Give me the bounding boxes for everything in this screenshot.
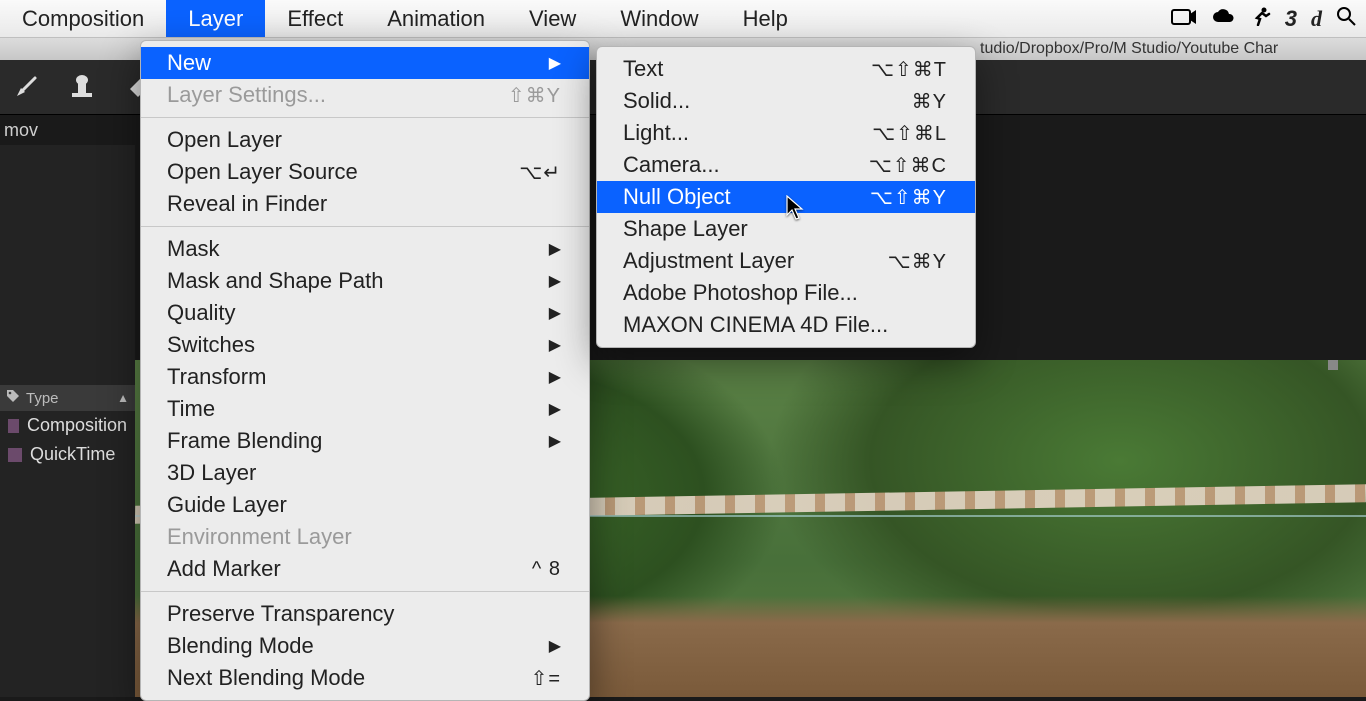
menu-item-reveal-in-finder[interactable]: Reveal in Finder xyxy=(141,188,589,220)
menu-item-next-blending-mode[interactable]: Next Blending Mode ⇧= xyxy=(141,662,589,694)
menu-item-3d-layer[interactable]: 3D Layer xyxy=(141,457,589,489)
project-row-composition[interactable]: Composition xyxy=(0,411,135,440)
menu-item-layer-settings: Layer Settings... ⇧⌘Y xyxy=(141,79,589,111)
row-color-swatch xyxy=(8,419,19,433)
menu-animation[interactable]: Animation xyxy=(365,0,507,37)
project-panel: Type ▲ Composition QuickTime xyxy=(0,145,135,697)
submenu-arrow-icon: ▶ xyxy=(549,335,561,355)
submenu-arrow-icon: ▶ xyxy=(549,303,561,323)
tray-search-icon[interactable] xyxy=(1336,6,1356,32)
menu-separator xyxy=(141,591,589,592)
project-row-label: Composition xyxy=(27,415,127,436)
brush-icon[interactable] xyxy=(12,73,40,101)
submenu-item-null-object[interactable]: Null Object⌥⇧⌘Y xyxy=(597,181,975,213)
submenu-item-c4d-file[interactable]: MAXON CINEMA 4D File... xyxy=(597,309,975,341)
project-row-label: QuickTime xyxy=(30,444,115,465)
submenu-item-shape-layer[interactable]: Shape Layer xyxy=(597,213,975,245)
menu-item-guide-layer[interactable]: Guide Layer xyxy=(141,489,589,521)
submenu-arrow-icon: ▶ xyxy=(549,239,561,259)
tray-glyph-3[interactable]: 3 xyxy=(1285,6,1297,32)
menu-separator xyxy=(141,226,589,227)
viewer-resize-handle[interactable] xyxy=(1328,360,1338,370)
submenu-arrow-icon: ▶ xyxy=(549,367,561,387)
submenu-arrow-icon: ▶ xyxy=(549,271,561,291)
menu-effect[interactable]: Effect xyxy=(265,0,365,37)
mac-menubar: Composition Layer Effect Animation View … xyxy=(0,0,1366,38)
submenu-arrow-icon: ▶ xyxy=(549,399,561,419)
submenu-item-light[interactable]: Light...⌥⇧⌘L xyxy=(597,117,975,149)
stamp-icon[interactable] xyxy=(68,73,96,101)
submenu-item-solid[interactable]: Solid...⌘Y xyxy=(597,85,975,117)
tray-cloud-icon[interactable] xyxy=(1211,6,1237,32)
menu-item-blending-mode[interactable]: Blending Mode▶ xyxy=(141,630,589,662)
new-submenu: Text⌥⇧⌘T Solid...⌘Y Light...⌥⇧⌘L Camera.… xyxy=(596,46,976,348)
sort-asc-icon: ▲ xyxy=(117,391,129,405)
menu-item-new[interactable]: New ▶ xyxy=(141,47,589,79)
menu-item-environment-layer: Environment Layer xyxy=(141,521,589,553)
submenu-item-camera[interactable]: Camera...⌥⇧⌘C xyxy=(597,149,975,181)
menu-item-preserve-transparency[interactable]: Preserve Transparency xyxy=(141,598,589,630)
menu-window[interactable]: Window xyxy=(598,0,720,37)
menu-item-mask[interactable]: Mask▶ xyxy=(141,233,589,265)
titlebar-path: tudio/Dropbox/Pro/M Studio/Youtube Char xyxy=(980,40,1278,58)
menu-item-open-layer-source[interactable]: Open Layer Source ⌥↵ xyxy=(141,156,589,188)
menu-item-open-layer[interactable]: Open Layer xyxy=(141,124,589,156)
menu-item-quality[interactable]: Quality▶ xyxy=(141,297,589,329)
tag-icon xyxy=(6,389,20,407)
submenu-item-text[interactable]: Text⌥⇧⌘T xyxy=(597,53,975,85)
submenu-arrow-icon: ▶ xyxy=(549,636,561,656)
menu-item-transform[interactable]: Transform▶ xyxy=(141,361,589,393)
project-row-quicktime[interactable]: QuickTime xyxy=(0,440,135,469)
menu-item-frame-blending[interactable]: Frame Blending▶ xyxy=(141,425,589,457)
menu-view[interactable]: View xyxy=(507,0,598,37)
tray-camera-icon[interactable] xyxy=(1171,6,1197,32)
menu-item-add-marker[interactable]: Add Marker ^ 8 xyxy=(141,553,589,585)
menu-item-switches[interactable]: Switches▶ xyxy=(141,329,589,361)
menu-composition[interactable]: Composition xyxy=(0,0,166,37)
submenu-item-adjustment-layer[interactable]: Adjustment Layer⌥⌘Y xyxy=(597,245,975,277)
project-column-header[interactable]: Type ▲ xyxy=(0,385,135,411)
menu-help[interactable]: Help xyxy=(721,0,810,37)
menu-item-mask-shape-path[interactable]: Mask and Shape Path▶ xyxy=(141,265,589,297)
project-tab-label: mov xyxy=(4,120,38,141)
menu-item-time[interactable]: Time▶ xyxy=(141,393,589,425)
tray-glyph-d[interactable]: d xyxy=(1311,6,1322,32)
submenu-arrow-icon: ▶ xyxy=(549,53,561,73)
tray-runner-icon[interactable] xyxy=(1251,6,1271,32)
submenu-item-photoshop-file[interactable]: Adobe Photoshop File... xyxy=(597,277,975,309)
project-col-type: Type xyxy=(26,390,59,407)
menu-separator xyxy=(141,117,589,118)
menu-layer[interactable]: Layer xyxy=(166,0,265,37)
submenu-arrow-icon: ▶ xyxy=(549,431,561,451)
menubar-tray: 3 d xyxy=(1171,6,1366,32)
layer-dropdown: New ▶ Layer Settings... ⇧⌘Y Open Layer O… xyxy=(140,40,590,701)
row-color-swatch xyxy=(8,448,22,462)
